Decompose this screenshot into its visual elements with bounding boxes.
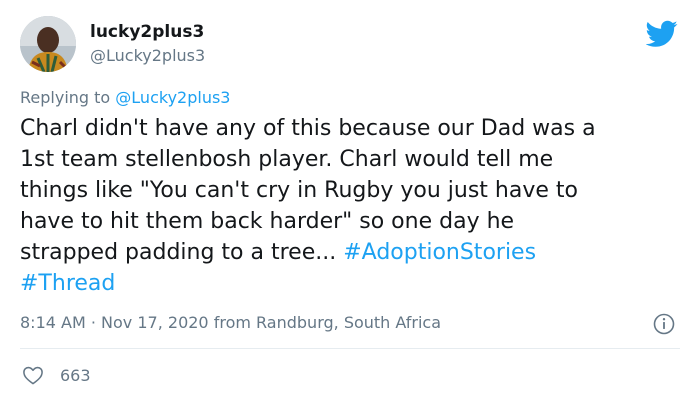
replying-to: Replying to @Lucky2plus3 bbox=[20, 88, 230, 108]
info-icon[interactable] bbox=[652, 312, 676, 336]
hashtag-link[interactable]: #Thread bbox=[20, 271, 115, 296]
tweet-metadata: 8:14 AM · Nov 17, 2020 from Randburg, So… bbox=[20, 313, 441, 333]
display-name[interactable]: lucky2plus3 bbox=[90, 22, 204, 42]
like-count: 663 bbox=[60, 365, 91, 385]
replying-prefix: Replying to bbox=[20, 88, 111, 107]
like-action[interactable]: 663 bbox=[22, 364, 91, 386]
twitter-bird-icon[interactable] bbox=[646, 20, 678, 48]
tweet-date[interactable]: Nov 17, 2020 bbox=[101, 313, 209, 332]
tweet-time[interactable]: 8:14 AM bbox=[20, 313, 86, 332]
tweet-text-line: strapped padding to a tree... #AdoptionS… bbox=[20, 237, 685, 268]
user-handle[interactable]: @Lucky2plus3 bbox=[90, 46, 205, 66]
tweet-text-line: 1st team stellenbosh player. Charl would… bbox=[20, 147, 554, 172]
tweet-text-line: have to hit them back harder" so one day… bbox=[20, 209, 515, 234]
tweet-card: lucky2plus3 @Lucky2plus3 Replying to @Lu… bbox=[0, 0, 700, 402]
hashtag-link[interactable]: #AdoptionStories bbox=[343, 240, 536, 265]
tweet-location: from Randburg, South Africa bbox=[213, 313, 442, 332]
heart-icon[interactable] bbox=[22, 365, 44, 385]
meta-separator: · bbox=[90, 313, 96, 332]
tweet-text-line: Charl didn't have any of this because ou… bbox=[20, 116, 596, 141]
tweet-text-line: things like "You can't cry in Rugby you … bbox=[20, 178, 578, 203]
tweet-text-fragment: strapped padding to a tree... bbox=[20, 240, 337, 265]
tweet-text-line: #Thread bbox=[20, 268, 685, 299]
tweet-text: Charl didn't have any of this because ou… bbox=[20, 113, 685, 299]
avatar[interactable] bbox=[20, 16, 76, 72]
divider bbox=[20, 348, 680, 349]
avatar-image bbox=[20, 16, 76, 72]
replying-mention-link[interactable]: @Lucky2plus3 bbox=[115, 88, 230, 107]
